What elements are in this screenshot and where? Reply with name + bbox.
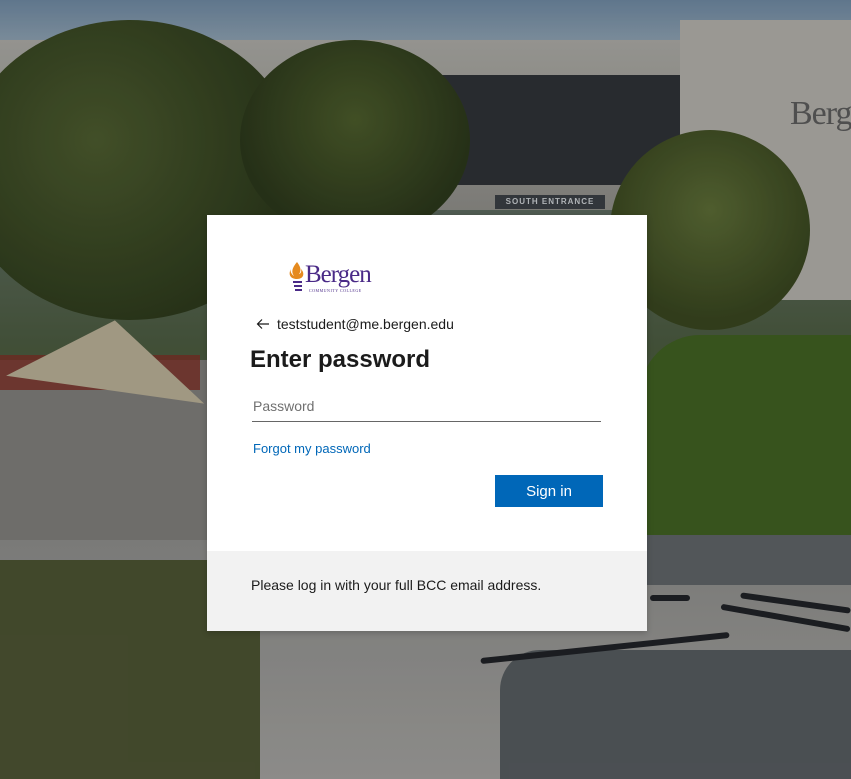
- identity-email: teststudent@me.bergen.edu: [277, 316, 454, 332]
- torch-flame-icon: [289, 262, 304, 291]
- bergen-logo: Bergen COMMUNITY COLLEGE: [288, 259, 378, 295]
- sign-in-button[interactable]: Sign in: [495, 475, 603, 507]
- info-footer: Please log in with your full BCC email a…: [207, 551, 647, 631]
- logo-wordmark: Bergen: [305, 261, 372, 288]
- password-input[interactable]: [252, 391, 601, 422]
- back-arrow-icon[interactable]: [255, 316, 271, 332]
- identity-banner[interactable]: teststudent@me.bergen.edu: [255, 314, 454, 334]
- logo-subtitle: COMMUNITY COLLEGE: [309, 288, 362, 293]
- page-title: Enter password: [250, 346, 431, 373]
- login-card: Bergen COMMUNITY COLLEGE teststudent@me.…: [207, 215, 647, 631]
- forgot-password-link[interactable]: Forgot my password: [253, 441, 371, 456]
- footer-message: Please log in with your full BCC email a…: [251, 577, 542, 593]
